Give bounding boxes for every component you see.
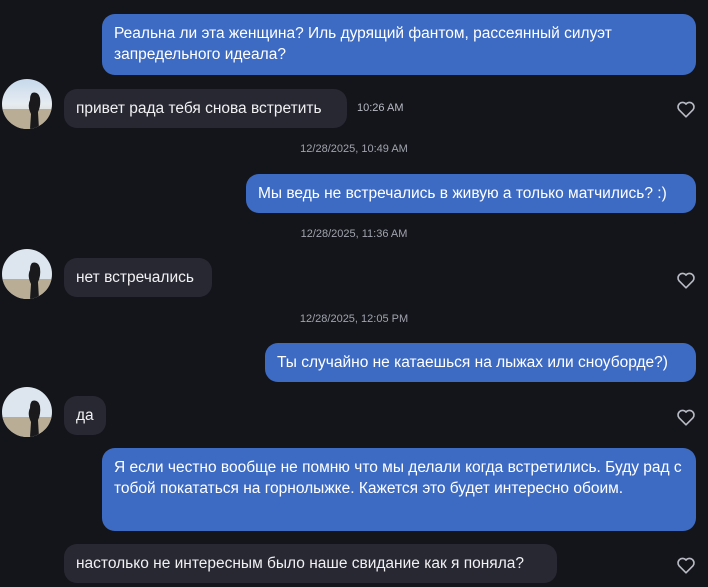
date-separator: 12/28/2025, 12:05 PM	[299, 313, 409, 325]
incoming-message-bubble[interactable]: нет встречались	[64, 258, 212, 297]
outgoing-message-bubble[interactable]: Я если честно вообще не помню что мы дел…	[102, 448, 696, 531]
chat-thread: Реальна ли эта женщина? Иль дурящий фант…	[0, 0, 708, 587]
avatar[interactable]	[2, 249, 52, 299]
outgoing-message-bubble[interactable]: Реальна ли эта женщина? Иль дурящий фант…	[102, 14, 696, 75]
avatar-photo	[2, 79, 52, 129]
avatar-photo	[2, 387, 52, 437]
heart-outline-icon[interactable]	[676, 408, 696, 426]
date-separator: 12/28/2025, 10:49 AM	[300, 143, 408, 155]
outgoing-message-bubble[interactable]: Ты случайно не катаешься на лыжах или сн…	[265, 343, 696, 382]
message-timestamp: 10:26 AM	[357, 102, 404, 114]
incoming-message-bubble[interactable]: настолько не интересным было наше свидан…	[64, 544, 557, 583]
incoming-message-bubble[interactable]: привет рада тебя снова встретить	[64, 89, 347, 128]
avatar-photo	[2, 249, 52, 299]
heart-outline-icon[interactable]	[676, 100, 696, 118]
date-separator: 12/28/2025, 11:36 AM	[300, 228, 408, 240]
incoming-message-bubble[interactable]: да	[64, 396, 106, 435]
avatar[interactable]	[2, 79, 52, 129]
outgoing-message-bubble[interactable]: Мы ведь не встречались в живую а только …	[246, 174, 696, 213]
avatar[interactable]	[2, 387, 52, 437]
heart-outline-icon[interactable]	[676, 556, 696, 574]
heart-outline-icon[interactable]	[676, 271, 696, 289]
